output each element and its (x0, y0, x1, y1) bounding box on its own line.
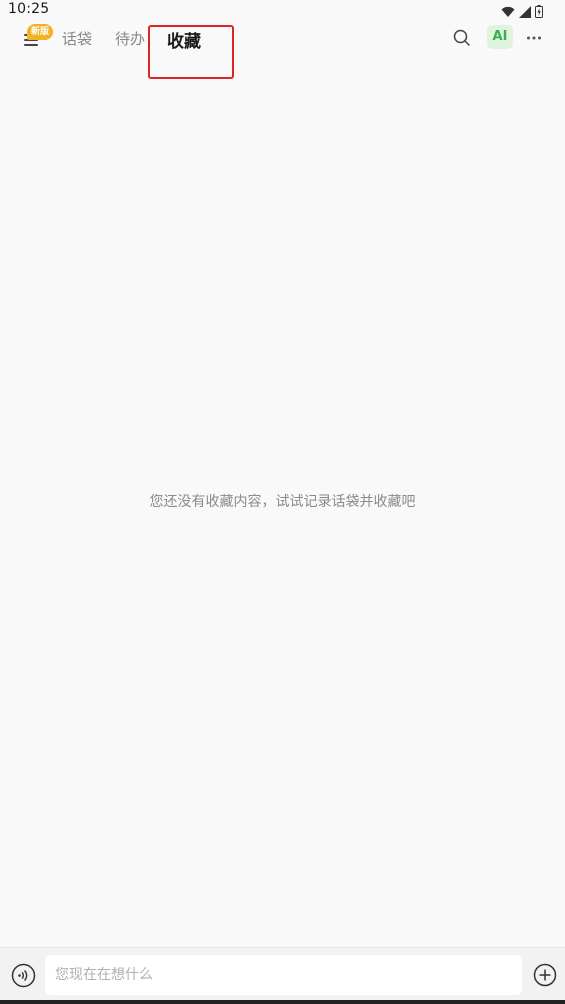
screen-bottom-edge (0, 1000, 565, 1004)
tab-todo[interactable]: 待办 (115, 28, 145, 49)
more-button[interactable] (526, 29, 542, 48)
top-navigation: 新版 话袋 待办 收藏 (0, 20, 565, 60)
input-bar (0, 947, 565, 1000)
add-button[interactable] (533, 963, 557, 987)
search-icon (453, 29, 471, 51)
thought-input[interactable] (45, 955, 522, 995)
search-button[interactable] (453, 29, 471, 51)
ai-button[interactable]: AI (487, 25, 513, 49)
empty-state-message: 您还没有收藏内容，试试记录话袋并收藏吧 (149, 494, 416, 510)
status-bar: 10:25 (0, 0, 565, 20)
new-version-badge: 新版 (27, 24, 53, 40)
tab-huadai[interactable]: 话袋 (62, 28, 92, 49)
more-icon (526, 29, 542, 48)
plus-icon (533, 963, 557, 991)
status-time: 10:25 (8, 1, 50, 17)
voice-icon (11, 963, 36, 992)
tab-favorites[interactable]: 收藏 (167, 27, 201, 52)
app-screen: 10:25 新版 话袋 待办 收藏 AI 您还没有收藏内容，试试记录话袋并收藏吧… (0, 0, 565, 1004)
voice-button[interactable] (11, 963, 36, 988)
